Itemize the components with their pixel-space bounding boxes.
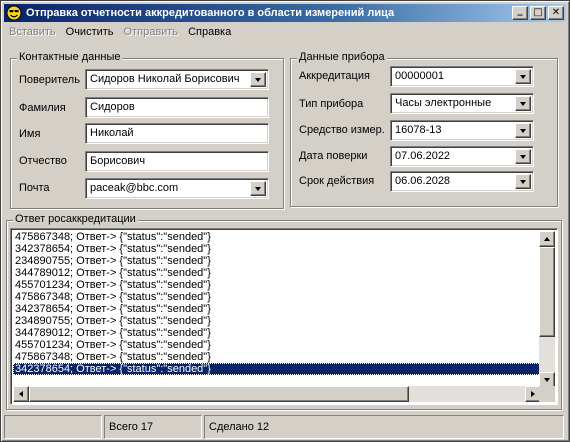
device-type-dropdown-button[interactable] — [515, 96, 531, 111]
device-type-combo[interactable]: Часы электронные — [390, 93, 534, 114]
vertical-scroll-thumb[interactable] — [539, 247, 555, 337]
title-bar[interactable]: Отправка отчетности аккредитованного в о… — [4, 4, 566, 22]
menu-help[interactable]: Справка — [183, 26, 236, 38]
accreditation-label: Аккредитация — [299, 70, 370, 82]
status-bar: Всего 17 Сделано 12 — [4, 415, 566, 439]
chevron-down-icon — [255, 77, 261, 82]
chevron-down-icon — [520, 179, 526, 184]
list-item[interactable]: 344789012; Ответ-> {"status":"sended"} — [13, 327, 541, 339]
validity-date-picker[interactable]: 06.06.2028 — [390, 171, 534, 192]
vertical-scrollbar[interactable] — [539, 231, 555, 388]
scrollbar-corner — [539, 386, 555, 402]
menu-clear[interactable]: Очистить — [61, 26, 119, 38]
validity-label: Срок действия — [299, 175, 375, 187]
accreditation-dropdown-button[interactable] — [515, 69, 531, 84]
accreditation-value: 00000001 — [395, 70, 444, 82]
list-item[interactable]: 475867348; Ответ-> {"status":"sended"} — [13, 291, 541, 303]
arrow-down-icon — [544, 378, 550, 382]
close-button[interactable]: ✕ — [548, 6, 564, 20]
response-list[interactable]: 475867348; Ответ-> {"status":"sended"} 3… — [10, 228, 558, 405]
patronymic-field[interactable]: Борисович — [85, 151, 269, 172]
verification-date-picker[interactable]: 07.06.2022 — [390, 146, 534, 167]
verifier-combo[interactable]: Сидоров Николай Борисович — [85, 69, 269, 90]
verification-date-dropdown-button[interactable] — [515, 149, 531, 164]
device-group-title: Данные прибора — [297, 51, 387, 63]
measuring-means-value: 16078-13 — [395, 124, 442, 136]
arrow-left-icon — [19, 391, 23, 397]
menu-send[interactable]: Отправить — [119, 26, 184, 38]
measuring-means-dropdown-button[interactable] — [515, 123, 531, 138]
minimize-icon: _ — [517, 5, 523, 16]
minimize-button[interactable]: _ — [512, 6, 528, 20]
maximize-icon: □ — [533, 7, 543, 18]
list-item[interactable]: 342378654; Ответ-> {"status":"sended"} — [13, 303, 541, 315]
measuring-means-combo[interactable]: 16078-13 — [390, 120, 534, 141]
smiley-app-icon — [6, 5, 22, 21]
maximize-button[interactable]: □ — [530, 6, 546, 20]
close-icon: ✕ — [551, 7, 561, 18]
surname-label: Фамилия — [19, 102, 66, 114]
menu-bar: Вставить Очистить Отправить Справка — [4, 23, 236, 41]
list-item[interactable]: 234890755; Ответ-> {"status":"sended"} — [13, 255, 541, 267]
patronymic-value: Борисович — [90, 155, 146, 167]
validity-date-dropdown-button[interactable] — [515, 174, 531, 189]
horizontal-scrollbar[interactable] — [13, 386, 541, 402]
name-value: Николай — [90, 127, 134, 139]
chevron-down-icon — [520, 101, 526, 106]
list-item-selected[interactable]: 342378654; Ответ-> {"status":"sended"} — [13, 363, 541, 375]
chevron-down-icon — [520, 154, 526, 159]
verifier-label: Поверитель — [19, 74, 80, 86]
window-controls: _ □ ✕ — [510, 6, 564, 20]
email-dropdown-button[interactable] — [250, 181, 266, 196]
email-combo[interactable]: paceak@bbc.com — [85, 178, 269, 199]
name-field[interactable]: Николай — [85, 123, 269, 144]
verification-date-value: 07.06.2022 — [395, 150, 451, 162]
arrow-up-icon — [544, 237, 550, 241]
device-type-value: Часы электронные — [395, 97, 492, 109]
status-total: Всего 17 — [104, 415, 202, 439]
list-item[interactable]: 234890755; Ответ-> {"status":"sended"} — [13, 315, 541, 327]
scroll-up-button[interactable] — [539, 231, 555, 247]
list-item[interactable]: 475867348; Ответ-> {"status":"sended"} — [13, 231, 541, 243]
arrow-right-icon — [531, 391, 535, 397]
verifier-dropdown-button[interactable] — [250, 72, 266, 87]
verification-date-label: Дата поверки — [299, 150, 368, 162]
verifier-value: Сидоров Николай Борисович — [90, 73, 240, 85]
list-item[interactable]: 342378654; Ответ-> {"status":"sended"} — [13, 243, 541, 255]
chevron-down-icon — [520, 128, 526, 133]
email-label: Почта — [19, 182, 50, 194]
status-panel-empty — [4, 415, 102, 439]
email-value: paceak@bbc.com — [90, 182, 179, 194]
chevron-down-icon — [520, 74, 526, 79]
horizontal-scroll-thumb[interactable] — [29, 386, 409, 402]
response-group-title: Ответ росаккредитации — [13, 213, 138, 225]
name-label: Имя — [19, 128, 41, 140]
list-item[interactable]: 475867348; Ответ-> {"status":"sended"} — [13, 351, 541, 363]
patronymic-label: Отчество — [19, 155, 67, 167]
list-item[interactable]: 455701234; Ответ-> {"status":"sended"} — [13, 339, 541, 351]
accreditation-combo[interactable]: 00000001 — [390, 66, 534, 87]
list-item[interactable]: 344789012; Ответ-> {"status":"sended"} — [13, 267, 541, 279]
surname-field[interactable]: Сидоров — [85, 97, 269, 118]
menu-paste[interactable]: Вставить — [4, 26, 61, 38]
contacts-group-title: Контактные данные — [17, 51, 123, 63]
chevron-down-icon — [255, 186, 261, 191]
app-window: Отправка отчетности аккредитованного в о… — [0, 0, 570, 442]
window-title: Отправка отчетности аккредитованного в о… — [26, 7, 395, 19]
validity-date-value: 06.06.2028 — [395, 175, 451, 187]
response-list-rows: 475867348; Ответ-> {"status":"sended"} 3… — [13, 231, 541, 375]
device-type-label: Тип прибора — [299, 98, 364, 110]
measuring-means-label: Средство измер. — [299, 124, 385, 136]
status-done: Сделано 12 — [204, 415, 564, 439]
surname-value: Сидоров — [90, 101, 135, 113]
list-item[interactable]: 455701234; Ответ-> {"status":"sended"} — [13, 279, 541, 291]
scroll-left-button[interactable] — [13, 386, 29, 402]
